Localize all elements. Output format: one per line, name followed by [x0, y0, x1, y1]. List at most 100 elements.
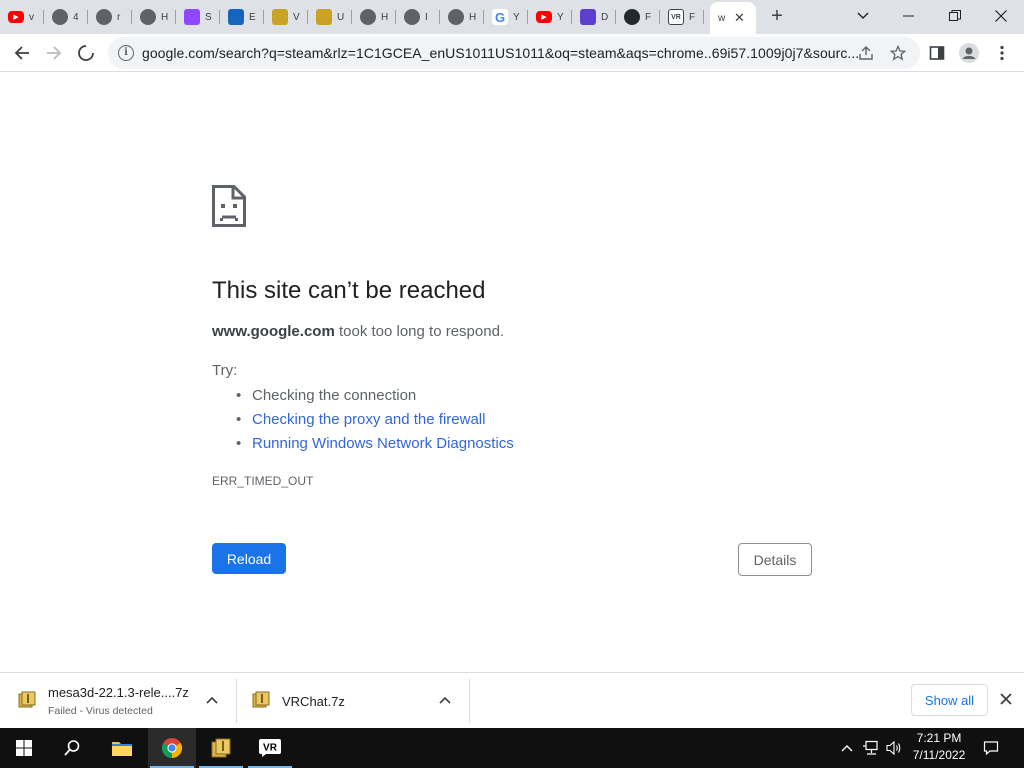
tab-title: F: [689, 11, 696, 23]
tab[interactable]: r: [88, 5, 132, 29]
tab[interactable]: E: [220, 5, 264, 29]
close-window-icon[interactable]: [978, 0, 1024, 32]
search-icon[interactable]: [48, 728, 96, 768]
google-icon: G: [492, 9, 508, 25]
archive-app-icon[interactable]: [197, 728, 245, 768]
tab-title: Y: [557, 11, 564, 23]
tab[interactable]: VR F: [660, 5, 704, 29]
tab[interactable]: F: [616, 5, 660, 29]
back-button[interactable]: [7, 38, 37, 68]
url-text: google.com/search?q=steam&rlz=1C1GCEA_en…: [142, 45, 860, 61]
tab-title: H: [381, 11, 389, 23]
tab[interactable]: U: [308, 5, 352, 29]
minimize-icon[interactable]: [886, 0, 932, 32]
suggestion-link[interactable]: Checking the proxy and the firewall: [236, 408, 514, 432]
site-icon: [228, 9, 244, 25]
tab-title: v: [29, 11, 34, 23]
tab-active[interactable]: w ✕: [710, 2, 756, 34]
tab[interactable]: ▶ v: [0, 5, 44, 29]
bookmark-star-icon[interactable]: [888, 43, 908, 63]
sad-page-icon: [212, 185, 246, 232]
tab-divider: [703, 10, 704, 24]
tray-chevron-icon[interactable]: [838, 728, 856, 768]
file-explorer-icon[interactable]: [98, 728, 146, 768]
clock-date: 7/11/2022: [912, 748, 966, 762]
download-item[interactable]: VRChat.7z: [252, 679, 466, 723]
download-item[interactable]: mesa3d-22.1.3-rele....7z Failed - Virus …: [18, 679, 232, 723]
tab[interactable]: H: [132, 5, 176, 29]
youtube-icon: ▶: [536, 11, 552, 23]
restore-icon[interactable]: [932, 0, 978, 32]
vrchat-icon[interactable]: VR: [246, 728, 294, 768]
address-bar[interactable]: i google.com/search?q=steam&rlz=1C1GCEA_…: [108, 37, 920, 69]
tab-title: I: [425, 11, 428, 23]
tab[interactable]: ▶ Y: [528, 5, 572, 29]
download-shelf: mesa3d-22.1.3-rele....7z Failed - Virus …: [0, 672, 1024, 728]
youtube-icon: ▶: [8, 11, 24, 23]
close-tab-icon[interactable]: ✕: [734, 10, 745, 26]
chevron-up-icon[interactable]: [439, 693, 451, 707]
tab-title: Y: [513, 11, 520, 23]
site-icon: [580, 9, 596, 25]
archive-icon: [18, 691, 36, 709]
browser-toolbar: i google.com/search?q=steam&rlz=1C1GCEA_…: [0, 34, 1024, 72]
tab-title: 4: [73, 11, 79, 23]
close-shelf-icon[interactable]: [995, 688, 1017, 710]
tab[interactable]: GY: [484, 5, 528, 29]
share-icon[interactable]: [856, 43, 876, 63]
tab[interactable]: D: [572, 5, 616, 29]
download-filename: VRChat.7z: [282, 694, 345, 709]
stop-loading-button[interactable]: [71, 38, 101, 68]
error-description: www.google.com took too long to respond.: [212, 323, 504, 340]
windows-taskbar: VR 7:21 PM 7/11/2022: [0, 728, 1024, 768]
suggestion-item: Checking the connection: [236, 384, 514, 408]
globe-icon: [96, 9, 112, 25]
tab[interactable]: S: [176, 5, 220, 29]
new-tab-button[interactable]: +: [766, 5, 788, 27]
notifications-icon[interactable]: [980, 728, 1002, 768]
profile-avatar-icon[interactable]: [954, 38, 984, 68]
tab-title: V: [293, 11, 300, 23]
archive-icon: [272, 9, 288, 25]
show-all-button[interactable]: Show all: [911, 684, 988, 716]
globe-icon: [360, 9, 376, 25]
tab[interactable]: 4: [44, 5, 88, 29]
archive-icon: [252, 691, 270, 709]
network-icon[interactable]: [860, 728, 882, 768]
details-button[interactable]: Details: [738, 543, 812, 576]
tab-title: S: [205, 11, 212, 23]
tab-title: E: [249, 11, 256, 23]
tab-title: D: [601, 11, 609, 23]
globe-icon: [448, 9, 464, 25]
forward-button[interactable]: [39, 38, 69, 68]
side-panel-icon[interactable]: [922, 38, 952, 68]
error-desc-text: took too long to respond.: [334, 323, 505, 340]
svg-text:VR: VR: [263, 743, 278, 754]
system-clock[interactable]: 7:21 PM 7/11/2022: [900, 730, 978, 764]
twitch-icon: [184, 9, 200, 25]
try-label: Try:: [212, 362, 238, 379]
tab-strip: ▶ v 4 r H S E V U H I H G Y ▶ Y D F VR F w ✕ +: [0, 0, 1024, 34]
tab[interactable]: I: [396, 5, 440, 29]
suggestions-list: Checking the connectionChecking the prox…: [236, 384, 514, 456]
globe-icon: [140, 9, 156, 25]
globe-icon: [404, 9, 420, 25]
error-code: ERR_TIMED_OUT: [212, 474, 314, 488]
tab-search-icon[interactable]: [840, 0, 886, 32]
tab-title: F: [645, 11, 652, 23]
page-content: This site can’t be reached www.google.co…: [0, 72, 1024, 672]
vrchat-icon: VR: [668, 9, 684, 25]
tab[interactable]: V: [264, 5, 308, 29]
chrome-taskbar-icon[interactable]: [148, 728, 196, 768]
suggestion-link[interactable]: Running Windows Network Diagnostics: [236, 432, 514, 456]
tab-title: w: [718, 12, 726, 24]
tab-title: H: [161, 11, 169, 23]
menu-kebab-icon[interactable]: [987, 38, 1017, 68]
archive-icon: [316, 9, 332, 25]
start-button[interactable]: [0, 728, 48, 768]
chevron-up-icon[interactable]: [206, 693, 218, 707]
tab[interactable]: H: [352, 5, 396, 29]
tab[interactable]: H: [440, 5, 484, 29]
reload-button[interactable]: Reload: [212, 543, 286, 574]
site-info-icon[interactable]: i: [118, 45, 134, 61]
